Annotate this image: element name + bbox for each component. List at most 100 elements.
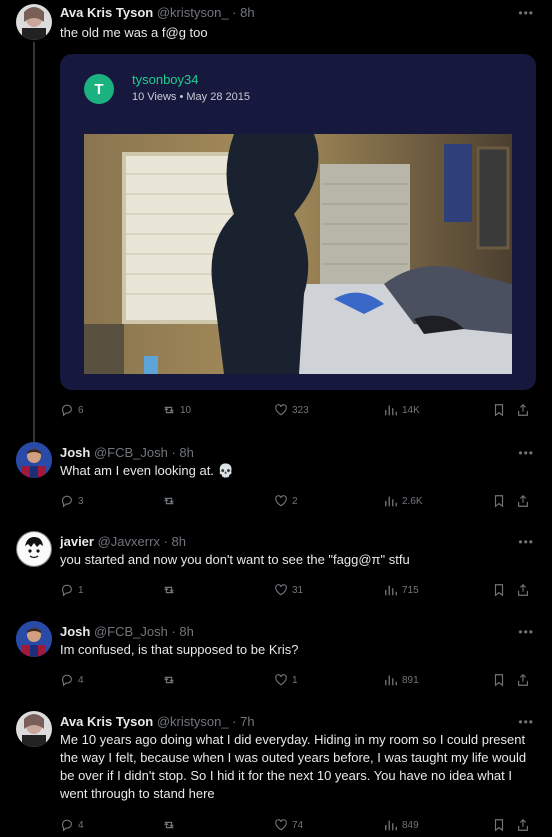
tweet[interactable]: Josh @FCB_Josh · 8h ••• Im confused, is … xyxy=(0,619,552,699)
retweet-icon xyxy=(164,821,174,829)
tweet-header: javier @Javxerrx · 8h xyxy=(60,534,186,549)
timestamp[interactable]: · 8h xyxy=(232,5,254,20)
view-count: 14K xyxy=(402,404,420,416)
bookmark-icon xyxy=(494,819,504,832)
retweet-button[interactable]: 10 xyxy=(162,403,191,417)
like-count: 1 xyxy=(292,674,298,686)
more-icon[interactable]: ••• xyxy=(518,535,534,549)
reply-icon xyxy=(61,495,72,508)
avatar[interactable] xyxy=(16,711,52,747)
tweet-text: the old me was a f@g too xyxy=(60,25,208,40)
bookmark-button[interactable] xyxy=(492,818,506,832)
display-name[interactable]: Josh xyxy=(60,445,90,460)
bookmark-button[interactable] xyxy=(492,494,506,508)
tweet-text: Im confused, is that supposed to be Kris… xyxy=(60,642,299,657)
tweet-actions: 4 74 849 xyxy=(60,818,538,834)
bookmark-button[interactable] xyxy=(492,583,506,597)
like-button[interactable]: 323 xyxy=(274,403,309,417)
tweet-header: Josh @FCB_Josh · 8h xyxy=(60,624,194,639)
display-name[interactable]: Josh xyxy=(60,624,90,639)
display-name[interactable]: javier xyxy=(60,534,94,549)
like-count: 2 xyxy=(292,495,298,507)
bookmark-icon xyxy=(494,584,504,597)
more-icon[interactable]: ••• xyxy=(518,625,534,639)
retweet-icon xyxy=(164,676,174,684)
bookmark-button[interactable] xyxy=(492,673,506,687)
user-handle[interactable]: @FCB_Josh xyxy=(94,624,168,639)
tweet-actions: 4 1 891 xyxy=(60,673,538,689)
reply-count: 1 xyxy=(78,584,84,596)
tweet-header: Josh @FCB_Josh · 8h xyxy=(60,445,194,460)
tweet[interactable]: Ava Kris Tyson @kristyson_ · 7h ••• Me 1… xyxy=(0,709,552,837)
tweet[interactable]: javier @Javxerrx · 8h ••• you started an… xyxy=(0,529,552,609)
share-button[interactable] xyxy=(516,403,530,417)
timestamp[interactable]: · 8h xyxy=(164,534,186,549)
reply-button[interactable]: 3 xyxy=(60,494,84,508)
more-icon[interactable]: ••• xyxy=(518,715,534,729)
views-button[interactable]: 715 xyxy=(384,583,419,597)
user-handle[interactable]: @FCB_Josh xyxy=(94,445,168,460)
analytics-icon xyxy=(385,585,397,596)
like-button[interactable]: 74 xyxy=(274,818,303,832)
like-count: 323 xyxy=(292,404,309,416)
views-button[interactable]: 2.6K xyxy=(384,494,423,508)
share-icon xyxy=(518,403,528,416)
like-button[interactable]: 2 xyxy=(274,494,298,508)
heart-icon xyxy=(275,495,287,507)
avatar[interactable] xyxy=(16,4,52,40)
more-icon[interactable]: ••• xyxy=(518,446,534,460)
views-button[interactable]: 849 xyxy=(384,818,419,832)
retweet-button[interactable] xyxy=(162,583,180,597)
reply-button[interactable]: 6 xyxy=(60,403,84,417)
tweet-header: Ava Kris Tyson @kristyson_ · 7h xyxy=(60,714,255,729)
reply-icon xyxy=(61,584,72,597)
reply-count: 3 xyxy=(78,495,84,507)
user-handle[interactable]: @kristyson_ xyxy=(157,5,229,20)
analytics-icon xyxy=(385,820,397,831)
user-handle[interactable]: @kristyson_ xyxy=(157,714,229,729)
view-count: 2.6K xyxy=(402,495,423,507)
embed-meta: 10 Views • May 28 2015 xyxy=(132,91,250,103)
avatar[interactable] xyxy=(16,621,52,657)
retweet-button[interactable] xyxy=(162,494,180,508)
reply-button[interactable]: 4 xyxy=(60,818,84,832)
reply-button[interactable]: 4 xyxy=(60,673,84,687)
embed-avatar: T xyxy=(84,74,114,104)
heart-icon xyxy=(275,819,287,831)
share-button[interactable] xyxy=(516,818,530,832)
tweet[interactable]: Ava Kris Tyson @kristyson_ · 8h ••• the … xyxy=(0,0,552,430)
embed-username[interactable]: tysonboy34 xyxy=(132,72,199,87)
views-button[interactable]: 14K xyxy=(384,403,420,417)
reply-icon xyxy=(61,404,72,417)
more-icon[interactable]: ••• xyxy=(518,6,534,20)
embed-photo[interactable] xyxy=(84,134,512,374)
timestamp[interactable]: · 7h xyxy=(232,714,254,729)
avatar[interactable] xyxy=(16,442,52,478)
like-button[interactable]: 1 xyxy=(274,673,298,687)
tweet-actions: 6 10 323 14K xyxy=(60,403,538,419)
analytics-icon xyxy=(385,675,397,686)
share-button[interactable] xyxy=(516,673,530,687)
embedded-post-card[interactable]: T tysonboy34 10 Views • May 28 2015 xyxy=(60,54,536,390)
like-button[interactable]: 31 xyxy=(274,583,303,597)
retweet-button[interactable] xyxy=(162,818,180,832)
like-count: 74 xyxy=(292,819,304,831)
user-handle[interactable]: @Javxerrx xyxy=(98,534,160,549)
tweet-header: Ava Kris Tyson @kristyson_ · 8h xyxy=(60,5,255,20)
display-name[interactable]: Ava Kris Tyson xyxy=(60,5,153,20)
share-icon xyxy=(518,583,528,596)
share-button[interactable] xyxy=(516,583,530,597)
reply-button[interactable]: 1 xyxy=(60,583,84,597)
tweet-text: Me 10 years ago doing what I did everyda… xyxy=(60,732,527,801)
retweet-button[interactable] xyxy=(162,673,180,687)
tweet-text: you started and now you don't want to se… xyxy=(60,552,410,567)
timestamp[interactable]: · 8h xyxy=(171,624,193,639)
views-button[interactable]: 891 xyxy=(384,673,419,687)
reply-count: 6 xyxy=(78,404,84,416)
tweet[interactable]: Josh @FCB_Josh · 8h ••• What am I even l… xyxy=(0,440,552,520)
timestamp[interactable]: · 8h xyxy=(171,445,193,460)
share-button[interactable] xyxy=(516,494,530,508)
bookmark-button[interactable] xyxy=(492,403,506,417)
display-name[interactable]: Ava Kris Tyson xyxy=(60,714,153,729)
avatar[interactable] xyxy=(16,531,52,567)
